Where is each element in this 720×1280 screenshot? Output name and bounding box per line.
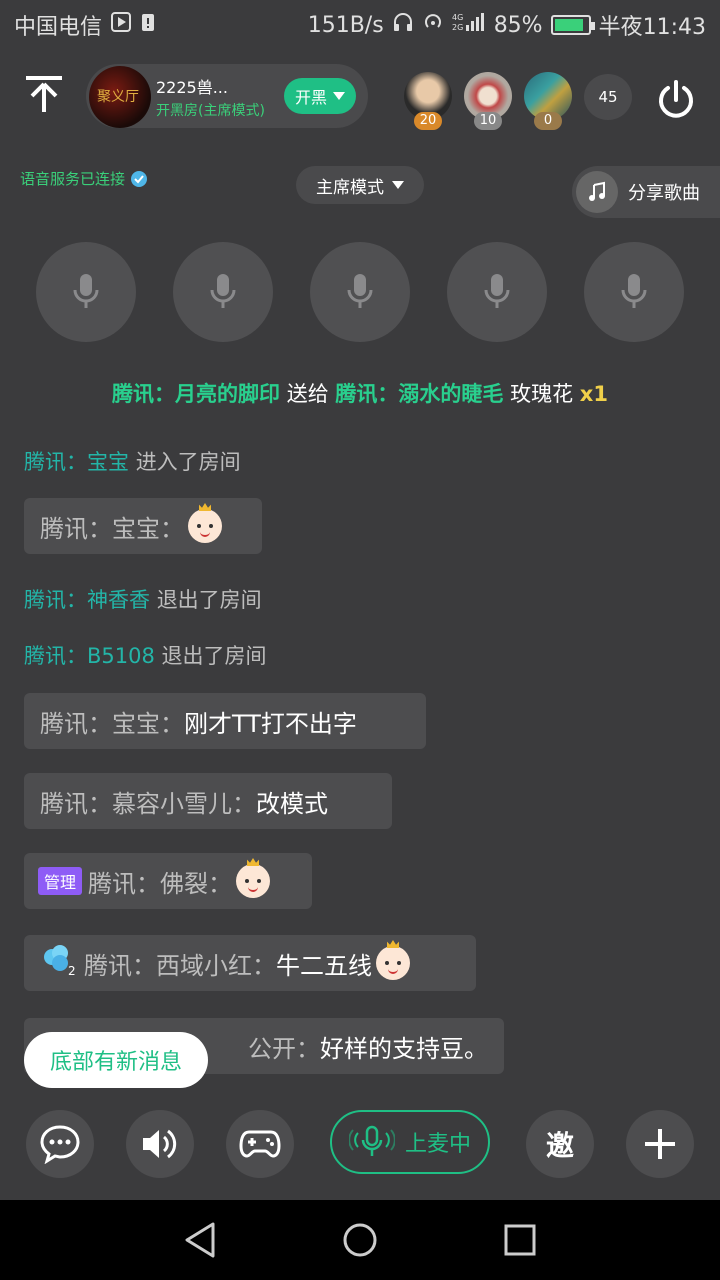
system-nav-bar [0, 1200, 720, 1280]
mic-wave-icon [348, 1125, 395, 1156]
top-user-avatar[interactable]: 10 [464, 72, 512, 130]
gift-item: 玫瑰花 [510, 382, 574, 406]
mic-icon [621, 274, 647, 308]
chevron-down-icon [333, 92, 345, 100]
system-message: 腾讯：B5108 退出了房间 [24, 644, 267, 668]
volume-button[interactable] [126, 1110, 194, 1178]
sender-name[interactable]: 腾讯：宝宝： [40, 509, 184, 544]
rank-badge: 0 [534, 112, 562, 130]
svg-text:2: 2 [68, 964, 76, 977]
chat-message: 管理 腾讯：佛裂： [24, 853, 312, 909]
chat-message: 腾讯：慕容小雪儿： 改模式 [24, 773, 392, 829]
play-store-icon [110, 11, 132, 39]
chat-message: 2 腾讯：西域小红： 牛二五线 [24, 935, 476, 991]
gift-sender: 腾讯：月亮的脚印 [112, 382, 281, 406]
gamepad-icon [239, 1130, 281, 1158]
bottom-toolbar: 上麦中 邀 [0, 1108, 720, 1180]
room-name: 2225兽... [156, 78, 228, 97]
music-note-icon [576, 171, 618, 213]
sender-name[interactable]: 腾讯：佛裂： [88, 864, 232, 899]
home-icon[interactable] [342, 1222, 378, 1258]
chevron-down-icon [392, 181, 404, 189]
mic-seat[interactable] [447, 242, 547, 342]
system-message: 腾讯：神香香 退出了房间 [24, 588, 262, 612]
rank-badge: 10 [474, 112, 502, 130]
chat-message: 腾讯：宝宝： 刚才TT打不出字 [24, 693, 426, 749]
voice-status: 语音服务已连接 [20, 168, 148, 189]
invite-button[interactable]: 邀 [526, 1110, 594, 1178]
status-bar: 中国电信 151B/s 4G 2G 85% 半夜11:43 [0, 0, 720, 50]
level-badge-icon: 2 [40, 943, 78, 983]
room-mode: 开黑房(主席模式) [156, 103, 265, 119]
message-text: 改模式 [256, 789, 328, 818]
top-user-avatar[interactable]: 20 [404, 72, 452, 130]
hotspot-icon [422, 11, 444, 39]
mic-seat[interactable] [36, 242, 136, 342]
on-mic-button[interactable]: 上麦中 [330, 1110, 490, 1174]
admin-badge: 管理 [38, 867, 83, 895]
plus-icon [645, 1129, 675, 1159]
net-speed: 151B/s [307, 12, 384, 38]
power-icon[interactable] [654, 78, 698, 122]
top-user-avatar[interactable]: 0 [524, 72, 572, 130]
check-icon [131, 170, 148, 187]
new-message-toast[interactable]: 底部有新消息 [24, 1032, 208, 1088]
kaihei-button[interactable]: 开黑 [284, 78, 356, 114]
baby-face-emoji-icon [188, 503, 222, 543]
sender-name[interactable]: 腾讯：慕容小雪儿： [40, 784, 256, 819]
rank-badge: 20 [414, 112, 442, 130]
mic-icon [210, 274, 236, 308]
top-users: 20 10 0 [404, 72, 572, 130]
mic-icon [347, 274, 373, 308]
share-song-button[interactable]: 分享歌曲 [572, 166, 720, 218]
mic-seat[interactable] [584, 242, 684, 342]
back-icon[interactable] [183, 1222, 217, 1258]
gift-receiver: 腾讯：溺水的睫毛 [335, 382, 504, 406]
recents-icon[interactable] [504, 1224, 536, 1256]
room-header: 聚义厅 2225兽... 开黑房(主席模式) 开黑 20 10 0 45 [0, 58, 720, 138]
gift-qty: x1 [579, 382, 608, 406]
mic-icon [484, 274, 510, 308]
svg-text:2G: 2G [452, 23, 463, 32]
message-text: 牛二五线 [276, 951, 372, 980]
mic-seat[interactable] [310, 242, 410, 342]
battery-icon [550, 15, 595, 35]
add-button[interactable] [626, 1110, 694, 1178]
system-message: 腾讯：宝宝 进入了房间 [24, 450, 241, 474]
baby-face-emoji-icon [236, 858, 271, 898]
collapse-up-icon[interactable] [22, 72, 66, 116]
clock: 半夜11:43 [598, 15, 706, 40]
message-text: 好样的支持豆。 [320, 1034, 488, 1063]
crying-emoji-icon [376, 940, 410, 980]
battery-percent: 85% [493, 12, 543, 38]
headphone-icon [392, 11, 414, 39]
sender-name[interactable]: 公开： [248, 1029, 320, 1064]
audience-count[interactable]: 45 [584, 74, 632, 120]
chat-button[interactable] [26, 1110, 94, 1178]
svg-text:4G: 4G [452, 13, 463, 22]
user-name[interactable]: 宝宝 [87, 450, 129, 474]
user-name[interactable]: B5108 [87, 644, 155, 668]
carrier-label: 中国电信 [14, 15, 103, 40]
user-name[interactable]: 神香香 [87, 588, 150, 612]
game-button[interactable] [226, 1110, 294, 1178]
mode-select[interactable]: 主席模式 [296, 166, 424, 204]
room-info-card[interactable]: 聚义厅 2225兽... 开黑房(主席模式) 开黑 [86, 64, 368, 128]
signal-icon: 4G 2G [452, 11, 486, 39]
gift-announcement: 腾讯：月亮的脚印 送给 腾讯：溺水的睫毛 玫瑰花 x1 [0, 378, 720, 408]
mic-seat[interactable] [173, 242, 273, 342]
mic-icon [73, 274, 99, 308]
message-text: 刚才TT打不出字 [184, 709, 357, 738]
room-avatar: 聚义厅 [89, 66, 151, 128]
sender-name[interactable]: 腾讯：西域小红： [84, 946, 276, 981]
chat-bubble-icon [40, 1125, 80, 1164]
notification-icon [140, 11, 156, 39]
gift-verb: 送给 [286, 382, 329, 406]
speaker-icon [143, 1129, 177, 1159]
chat-message: 腾讯：宝宝： [24, 498, 262, 554]
sender-name[interactable]: 腾讯：宝宝： [40, 704, 184, 739]
mic-seats [36, 242, 684, 342]
